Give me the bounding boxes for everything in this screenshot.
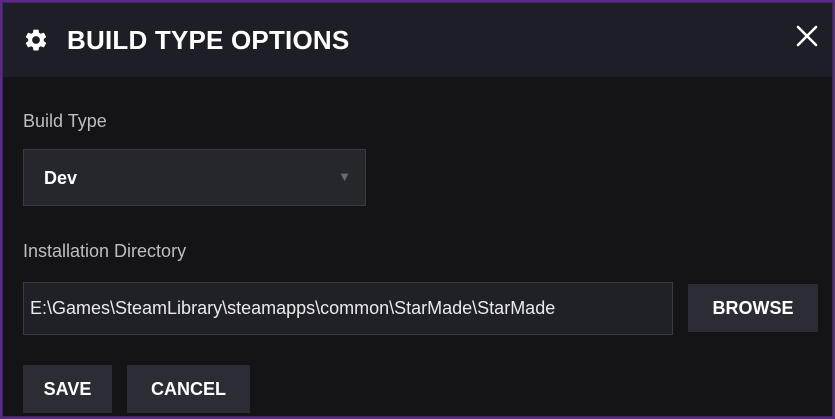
build-type-options-dialog: BUILD TYPE OPTIONS Build Type Dev ▼ Inst… — [2, 2, 833, 417]
build-type-select[interactable]: Dev ▼ — [23, 149, 366, 206]
build-type-selected-value: Dev — [44, 168, 78, 188]
browse-button[interactable]: BROWSE — [688, 284, 818, 332]
installation-directory-label: Installation Directory — [23, 241, 187, 261]
gear-icon — [25, 29, 47, 51]
save-button[interactable]: SAVE — [23, 365, 112, 413]
close-icon[interactable] — [790, 19, 824, 53]
chevron-down-icon: ▼ — [338, 169, 351, 184]
dialog-titlebar: BUILD TYPE OPTIONS — [3, 3, 832, 77]
build-type-label: Build Type — [23, 111, 107, 131]
dialog-title: BUILD TYPE OPTIONS — [67, 25, 350, 55]
cancel-button[interactable]: CANCEL — [127, 365, 250, 413]
installation-directory-input[interactable] — [23, 282, 673, 335]
